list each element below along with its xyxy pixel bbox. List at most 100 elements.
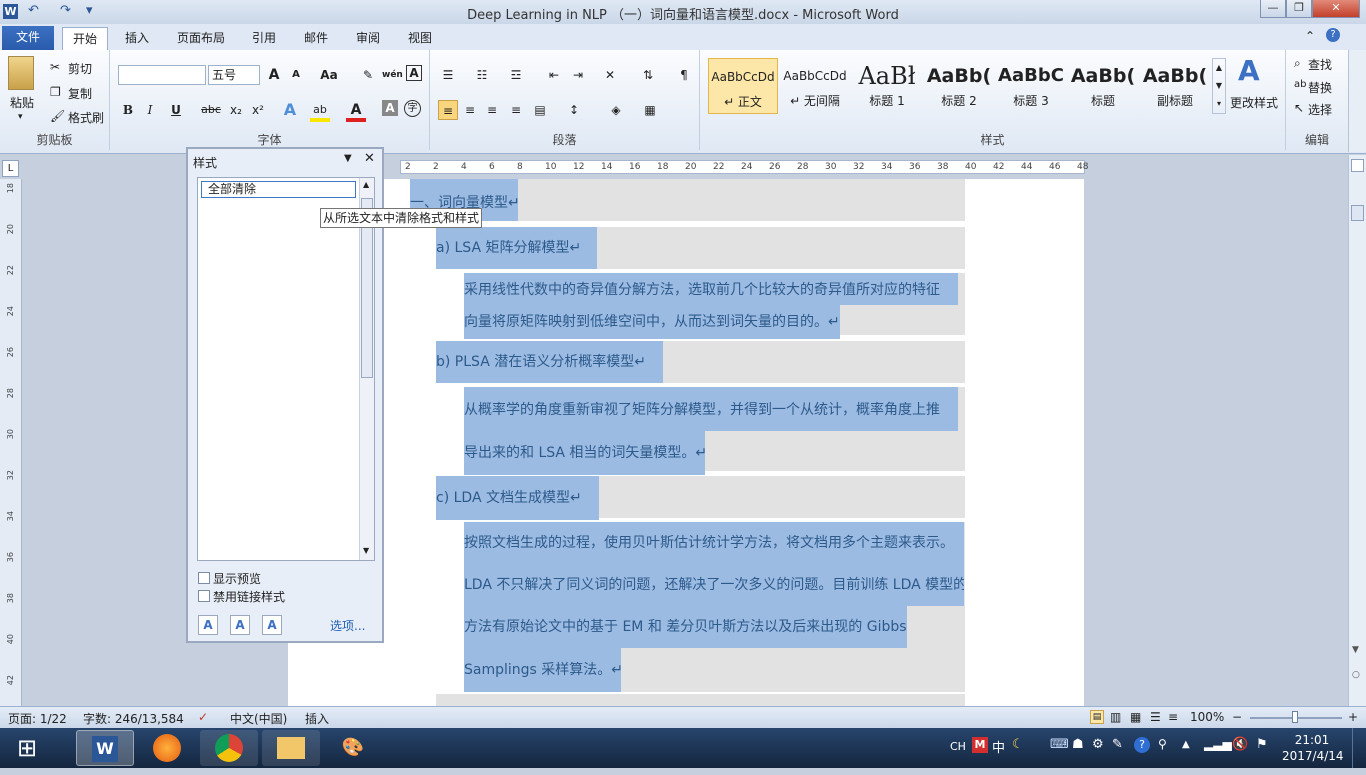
- shading-icon[interactable]: ◈: [606, 100, 626, 120]
- increase-indent-icon[interactable]: ⇥: [568, 65, 588, 85]
- multilevel-list-icon[interactable]: ☲: [506, 65, 526, 85]
- tray-tools-icon[interactable]: ✎: [1112, 737, 1123, 752]
- ime-chinese-indicator[interactable]: 中: [992, 737, 1005, 756]
- chrome-taskbar-icon[interactable]: [200, 730, 258, 766]
- style-normal[interactable]: AaBbCcDd ↵ 正文: [708, 58, 778, 114]
- style-heading-2[interactable]: AaBb( 标题 2: [924, 58, 994, 114]
- italic-button[interactable]: I: [140, 100, 160, 120]
- paragraph-line[interactable]: Samplings 采样算法。↵: [464, 648, 621, 692]
- scroll-up-icon[interactable]: ▲: [363, 180, 369, 189]
- pane-options-dropdown-icon[interactable]: ▼: [344, 153, 352, 164]
- align-center-button[interactable]: ≡: [460, 100, 480, 120]
- keyboard-icon[interactable]: ⌨: [1050, 737, 1069, 752]
- full-screen-view-icon[interactable]: ▥: [1110, 710, 1121, 724]
- system-clock[interactable]: 21:01 2017/4/14: [1282, 732, 1344, 764]
- paragraph-line[interactable]: 采用线性代数中的奇异值分解方法，选取前几个比较大的奇异值所对应的特征: [464, 273, 958, 305]
- font-size-combo[interactable]: 五号: [208, 65, 260, 85]
- show-preview-checkbox[interactable]: [198, 572, 210, 584]
- horizontal-ruler[interactable]: 2 2 4 6 8 10 12 14 16 18 20 22 24 26 28 30 32 34 36 38 40 42 4…: [400, 160, 1088, 174]
- new-style-icon[interactable]: A: [198, 615, 218, 635]
- outline-view-icon[interactable]: ☰: [1150, 710, 1161, 724]
- disable-linked-styles-checkbox[interactable]: [198, 590, 210, 602]
- align-left-button[interactable]: ≡: [438, 100, 458, 120]
- browse-object-icon[interactable]: ○: [1352, 670, 1360, 680]
- close-button[interactable]: ✕: [1312, 0, 1360, 18]
- line-spacing-icon[interactable]: ↕: [564, 100, 584, 120]
- subscript-button[interactable]: x₂: [226, 100, 246, 120]
- network-icon[interactable]: ▂▃▅: [1204, 737, 1232, 751]
- style-inspector-icon[interactable]: A: [230, 615, 250, 635]
- word-taskbar-icon[interactable]: W: [76, 730, 134, 766]
- ruler-toggle-icon[interactable]: [1351, 159, 1364, 172]
- paste-dropdown-icon[interactable]: ▾: [18, 112, 23, 122]
- paste-button[interactable]: 粘贴: [10, 94, 34, 111]
- zoom-in-button[interactable]: +: [1348, 710, 1358, 724]
- tab-page-layout[interactable]: 页面布局: [170, 27, 232, 50]
- enclose-char-icon[interactable]: 字: [404, 100, 421, 117]
- style-subtitle[interactable]: AaBb( 副标题: [1140, 58, 1210, 114]
- tab-view[interactable]: 视图: [400, 27, 440, 50]
- show-marks-icon[interactable]: ¶: [674, 65, 694, 85]
- borders-icon[interactable]: ▦: [640, 100, 660, 120]
- char-border-icon[interactable]: A: [406, 65, 422, 81]
- manage-styles-icon[interactable]: A: [262, 615, 282, 635]
- replace-button[interactable]: 替换: [1308, 79, 1332, 96]
- change-case-icon[interactable]: Aa: [316, 65, 342, 85]
- tray-icon[interactable]: ☗: [1072, 737, 1084, 752]
- document-page[interactable]: 一、词向量模型↵ a) LSA 矩阵分解模型↵ 采用线性代数中的奇异值分解方法，…: [288, 179, 1084, 706]
- show-hidden-icons[interactable]: ▲: [1182, 739, 1190, 750]
- vertical-scrollbar[interactable]: ▼ ○: [1348, 155, 1366, 706]
- shrink-font-icon[interactable]: A: [286, 65, 306, 85]
- styles-list-scrollbar[interactable]: ▲ ▼: [359, 178, 374, 560]
- change-styles-icon[interactable]: A: [1238, 54, 1260, 87]
- pane-close-icon[interactable]: ✕: [364, 151, 375, 166]
- distributed-button[interactable]: ▤: [530, 100, 550, 120]
- explorer-taskbar-icon[interactable]: [262, 730, 320, 766]
- scroll-down-icon[interactable]: ▼: [1352, 645, 1359, 655]
- ime-m-icon[interactable]: M: [972, 737, 988, 753]
- paint-taskbar-icon[interactable]: 🎨: [324, 730, 382, 766]
- sort-icon[interactable]: ⇅: [638, 65, 658, 85]
- cut-button[interactable]: 剪切: [68, 60, 92, 77]
- subheading-lda[interactable]: c) LDA 文档生成模型↵: [436, 476, 599, 520]
- action-center-icon[interactable]: ⚑: [1256, 737, 1268, 752]
- ime-indicator[interactable]: CH: [950, 740, 966, 753]
- char-shading-icon[interactable]: A: [382, 100, 398, 116]
- volume-icon[interactable]: 🔇: [1232, 737, 1248, 752]
- styles-scroll-icon[interactable]: ▲ ▼ ▾: [1212, 58, 1226, 114]
- scroll-down-icon[interactable]: ▼: [363, 546, 369, 555]
- moon-icon[interactable]: ☾: [1012, 737, 1024, 752]
- underline-button[interactable]: U: [166, 100, 186, 120]
- paragraph-line[interactable]: 按照文档生成的过程，使用贝叶斯估计统计学方法，将文档用多个主题来表示。: [464, 522, 964, 564]
- style-title[interactable]: AaBb( 标题: [1068, 58, 1138, 114]
- justify-button[interactable]: ≡: [506, 100, 526, 120]
- minimize-button[interactable]: —: [1260, 0, 1286, 18]
- paragraph-line[interactable]: 方法有原始论文中的基于 EM 和 差分贝叶斯方法以及后来出现的 Gibbs: [464, 606, 907, 648]
- phonetic-guide-icon[interactable]: wén: [382, 65, 403, 85]
- draft-view-icon[interactable]: ≡: [1168, 710, 1178, 724]
- tab-home[interactable]: 开始: [62, 27, 108, 50]
- word-count[interactable]: 字数: 246/13,584: [83, 710, 184, 727]
- tray-help-icon[interactable]: ?: [1134, 737, 1150, 753]
- text-effects-icon[interactable]: A: [280, 100, 300, 120]
- font-name-combo[interactable]: [118, 65, 206, 85]
- superscript-button[interactable]: x²: [248, 100, 268, 120]
- tab-stop-selector[interactable]: L: [2, 160, 19, 177]
- print-layout-view-icon[interactable]: ▤: [1090, 710, 1104, 724]
- subheading-plsa[interactable]: b) PLSA 潜在语义分析概率模型↵: [436, 341, 663, 383]
- proofing-icon[interactable]: ✓: [198, 710, 208, 724]
- clear-format-icon[interactable]: ✎: [358, 65, 378, 85]
- insert-mode[interactable]: 插入: [305, 710, 329, 727]
- page-count[interactable]: 页面: 1/22: [8, 710, 67, 727]
- style-heading-1[interactable]: AaBł 标题 1: [852, 58, 922, 114]
- chinese-layout-icon[interactable]: ✕: [600, 65, 620, 85]
- zoom-level[interactable]: 100%: [1190, 710, 1224, 724]
- style-clear-all[interactable]: 全部清除: [201, 181, 356, 198]
- highlight-icon[interactable]: ab: [310, 100, 330, 122]
- paragraph-line[interactable]: LDA 不只解决了同义词的问题，还解决了一次多义的问题。目前训练 LDA 模型的: [464, 564, 964, 606]
- help-icon[interactable]: ?: [1326, 28, 1340, 42]
- vertical-ruler[interactable]: 18 20 22 24 26 28 30 32 34 36 38 40 42: [0, 179, 22, 706]
- find-button[interactable]: 查找: [1308, 56, 1332, 73]
- tab-insert[interactable]: 插入: [116, 27, 158, 50]
- align-right-button[interactable]: ≡: [482, 100, 502, 120]
